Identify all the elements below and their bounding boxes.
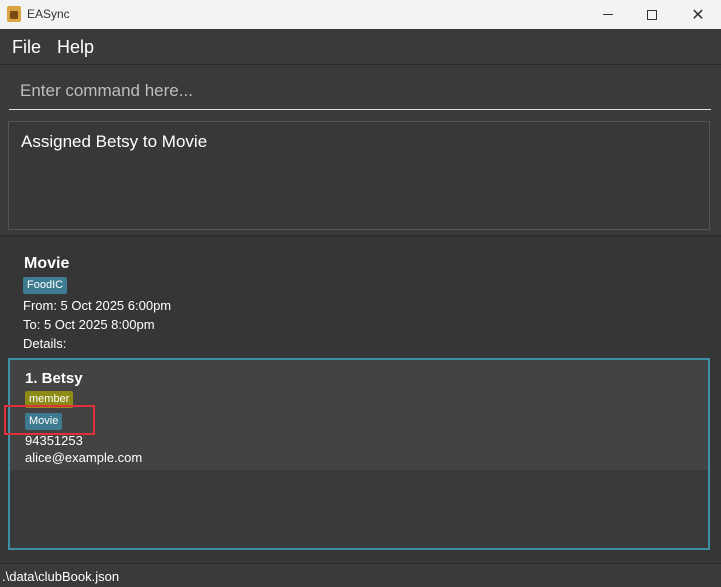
maximize-icon bbox=[647, 9, 657, 20]
event-tag: FoodIC bbox=[23, 277, 68, 294]
menu-file[interactable]: File bbox=[12, 37, 41, 58]
app-icon bbox=[7, 6, 21, 22]
status-file-path: .\data\clubBook.json bbox=[2, 569, 120, 584]
status-bar: .\data\clubBook.json bbox=[0, 563, 721, 587]
member-list[interactable]: 1. Betsy member Movie 94351253 alice@exa… bbox=[8, 358, 710, 550]
result-message: Assigned Betsy to Movie bbox=[21, 132, 208, 151]
result-display: Assigned Betsy to Movie bbox=[8, 121, 710, 230]
menu-help[interactable]: Help bbox=[57, 37, 94, 58]
event-details: Details: bbox=[23, 336, 67, 351]
event-panel: Movie FoodIC From: 5 Oct 2025 6:00pm To:… bbox=[0, 237, 721, 562]
command-box bbox=[9, 72, 711, 110]
annotation-highlight bbox=[4, 405, 95, 435]
menu-bar: File Help bbox=[0, 29, 721, 65]
close-icon: ✕ bbox=[691, 4, 705, 24]
member-phone: 94351253 bbox=[25, 433, 83, 448]
event-from: From: 5 Oct 2025 6:00pm bbox=[23, 298, 172, 313]
member-name: 1. Betsy bbox=[25, 370, 83, 387]
minimize-button[interactable] bbox=[585, 0, 631, 29]
event-name: Movie bbox=[24, 255, 70, 272]
member-email: alice@example.com bbox=[25, 450, 143, 465]
member-card[interactable]: 1. Betsy member Movie 94351253 alice@exa… bbox=[10, 360, 708, 470]
command-input[interactable] bbox=[9, 72, 711, 109]
title-bar: EASync ✕ bbox=[0, 0, 721, 29]
close-button[interactable]: ✕ bbox=[675, 0, 721, 29]
event-to: To: 5 Oct 2025 8:00pm bbox=[23, 317, 155, 332]
minimize-icon bbox=[603, 14, 613, 15]
window-title: EASync bbox=[27, 7, 70, 21]
maximize-button[interactable] bbox=[629, 0, 675, 29]
